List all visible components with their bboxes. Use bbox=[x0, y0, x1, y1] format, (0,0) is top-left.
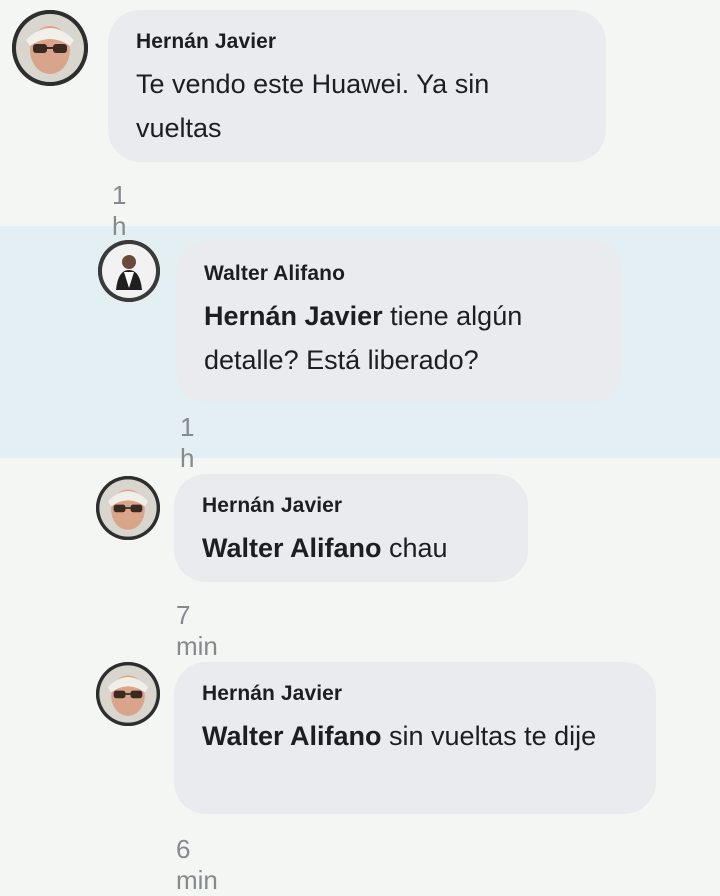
person-icon bbox=[96, 662, 160, 726]
comment-bubble: Hernán Javier Walter Alifano chau bbox=[174, 474, 528, 582]
person-icon bbox=[98, 240, 160, 302]
comment-body: chau bbox=[381, 533, 448, 563]
comment-bubble: Hernán Javier Walter Alifano sin vueltas… bbox=[174, 662, 656, 814]
avatar-hernan-javier[interactable] bbox=[96, 476, 160, 540]
comment-mention[interactable]: Walter Alifano bbox=[202, 721, 382, 751]
comment-author[interactable]: Hernán Javier bbox=[202, 682, 628, 706]
comment-text: Walter Alifano chau bbox=[202, 526, 500, 570]
comment-mention[interactable]: Hernán Javier bbox=[204, 301, 383, 331]
comment-mention[interactable]: Walter Alifano bbox=[202, 533, 382, 563]
comment-author[interactable]: Hernán Javier bbox=[136, 30, 578, 54]
comment-text: Hernán Javier tiene algún detalle? Está … bbox=[204, 294, 594, 382]
comment-thread: Hernán Javier Te vendo este Huawei. Ya s… bbox=[0, 0, 720, 895]
avatar-walter-alifano[interactable] bbox=[98, 240, 160, 302]
comment-bubble: Hernán Javier Te vendo este Huawei. Ya s… bbox=[108, 10, 606, 162]
comment-body: Te vendo este Huawei. Ya sin vueltas bbox=[136, 69, 490, 143]
avatar-hernan-javier[interactable] bbox=[96, 662, 160, 726]
avatar-hernan-javier[interactable] bbox=[12, 10, 88, 86]
comment-text: Te vendo este Huawei. Ya sin vueltas bbox=[136, 62, 578, 150]
comment-timestamp[interactable]: 1 h bbox=[180, 412, 194, 474]
comment-timestamp[interactable]: 1 h bbox=[112, 180, 126, 242]
comment-timestamp[interactable]: 7 min bbox=[176, 600, 218, 662]
comment-timestamp[interactable]: 6 min bbox=[176, 834, 218, 896]
person-icon bbox=[12, 10, 88, 86]
comment-author[interactable]: Walter Alifano bbox=[204, 262, 594, 286]
comment-text: Walter Alifano sin vueltas te dije bbox=[202, 714, 628, 758]
person-icon bbox=[96, 476, 160, 540]
comment-body: sin vueltas te dije bbox=[381, 721, 597, 751]
comment-author[interactable]: Hernán Javier bbox=[202, 494, 500, 518]
comment-bubble: Walter Alifano Hernán Javier tiene algún… bbox=[176, 240, 622, 402]
